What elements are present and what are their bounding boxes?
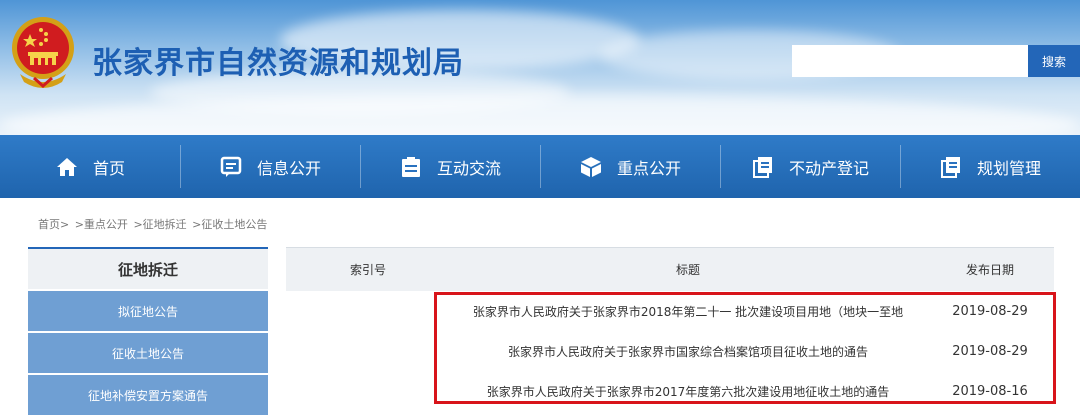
table-row[interactable]: 张家界市人民政府关于张家界市2017年度第六批次建设用地征收土地的通告 2019… xyxy=(286,371,1054,411)
national-emblem-icon xyxy=(8,12,78,90)
notice-table: 索引号 标题 发布日期 张家界市人民政府关于张家界市2018年第二十一 批次建设… xyxy=(286,247,1054,411)
breadcrumb-home[interactable]: 首页> xyxy=(38,218,69,231)
nav-item-label: 互动交流 xyxy=(436,158,501,178)
breadcrumb-key-disclosure[interactable]: >重点公开 xyxy=(75,218,128,231)
document-icon xyxy=(751,155,775,179)
sidebar-item-label: 征地补偿安置方案通告 xyxy=(87,388,208,403)
nav-item-real-estate[interactable]: 不动产登记 xyxy=(720,135,900,198)
sidebar-item-acquisition-notice[interactable]: 征收土地公告 xyxy=(28,333,268,373)
nav-item-label: 信息公开 xyxy=(256,158,321,178)
search-input[interactable] xyxy=(792,45,1028,77)
nav-item-label: 不动产登记 xyxy=(788,158,869,178)
sidebar-title: 征地拆迁 xyxy=(28,247,268,289)
cell-date: 2019-08-29 xyxy=(952,343,1028,359)
cell-date: 2019-08-16 xyxy=(952,383,1028,399)
clipboard-icon xyxy=(399,155,423,179)
column-header-date: 发布日期 xyxy=(965,263,1014,277)
nav-item-home[interactable]: 首页 xyxy=(0,135,180,198)
cloud-decoration xyxy=(0,95,1080,135)
sidebar-item-label: 拟征地公告 xyxy=(117,304,178,319)
message-icon xyxy=(219,155,243,179)
sidebar-item-label: 征收土地公告 xyxy=(111,346,184,361)
breadcrumb-land-acquisition[interactable]: >征地拆迁 xyxy=(133,218,186,231)
site-title: 张家界市自然资源和规划局 xyxy=(92,46,464,81)
nav-item-planning[interactable]: 规划管理 xyxy=(900,135,1080,198)
sidebar: 征地拆迁 拟征地公告 征收土地公告 征地补偿安置方案通告 xyxy=(28,247,268,415)
breadcrumb-current[interactable]: >征收土地公告 xyxy=(192,218,267,231)
home-icon xyxy=(55,155,79,179)
nav-item-interaction[interactable]: 互动交流 xyxy=(360,135,540,198)
nav-item-label: 首页 xyxy=(92,158,125,178)
table-header: 索引号 标题 发布日期 xyxy=(286,247,1054,291)
cell-title-link[interactable]: 张家界市人民政府关于张家界市2018年第二十一 批次建设项目用地（地块一至地 xyxy=(450,303,926,320)
document-icon xyxy=(939,155,963,179)
table-row[interactable]: 张家界市人民政府关于张家界市国家综合档案馆项目征收土地的通告 2019-08-2… xyxy=(286,331,1054,371)
sidebar-item-compensation-plan[interactable]: 征地补偿安置方案通告 xyxy=(28,375,268,415)
nav-item-info-disclosure[interactable]: 信息公开 xyxy=(180,135,360,198)
cube-icon xyxy=(579,155,603,179)
cell-title-link[interactable]: 张家界市人民政府关于张家界市国家综合档案馆项目征收土地的通告 xyxy=(450,343,926,360)
site-header: 张家界市自然资源和规划局 搜索 xyxy=(0,0,1080,135)
cell-date: 2019-08-29 xyxy=(952,303,1028,319)
column-header-index: 索引号 xyxy=(349,263,386,277)
column-header-title: 标题 xyxy=(675,263,700,277)
nav-item-label: 规划管理 xyxy=(976,158,1041,178)
sidebar-item-proposed-acquisition[interactable]: 拟征地公告 xyxy=(28,291,268,331)
breadcrumb: 首页> >重点公开 >征地拆迁 >征收土地公告 xyxy=(38,216,269,232)
cell-title-link[interactable]: 张家界市人民政府关于张家界市2017年度第六批次建设用地征收土地的通告 xyxy=(450,383,926,400)
search-button[interactable]: 搜索 xyxy=(1028,45,1080,77)
nav-item-label: 重点公开 xyxy=(616,158,681,178)
nav-item-key-disclosure[interactable]: 重点公开 xyxy=(540,135,720,198)
main-nav: 首页 信息公开 互动交流 重点公开 不动产登记 规划管理 xyxy=(0,135,1080,198)
table-row[interactable]: 张家界市人民政府关于张家界市2018年第二十一 批次建设项目用地（地块一至地 2… xyxy=(286,291,1054,331)
